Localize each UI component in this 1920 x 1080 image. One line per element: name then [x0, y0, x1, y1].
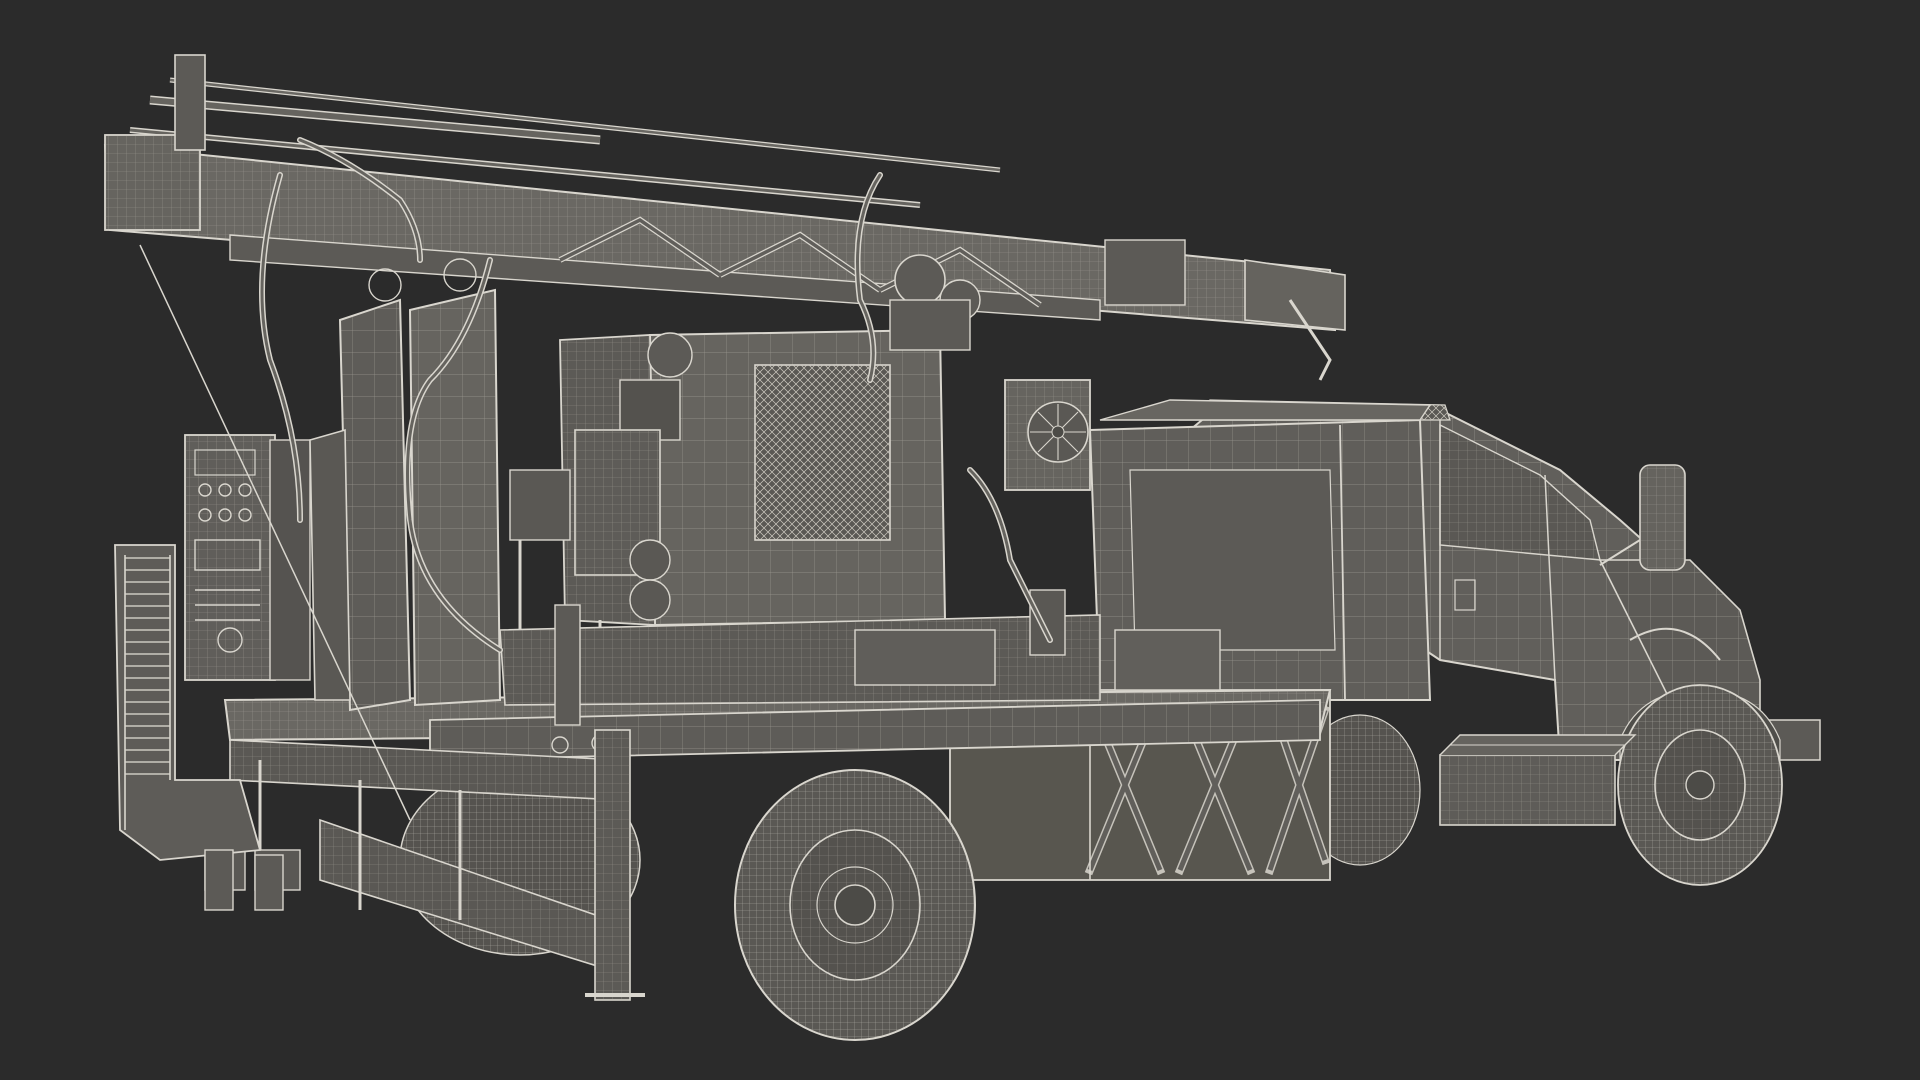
rear-wheel [734, 769, 976, 1041]
front-wheel [1617, 684, 1783, 886]
radiator-fan [1004, 379, 1091, 491]
drill-rig-truck-wireframe [103, 54, 1821, 1041]
mast-column [309, 288, 502, 712]
render-viewport [0, 0, 1920, 1080]
cab-step [1439, 734, 1637, 826]
control-panel [184, 434, 311, 681]
drill-mast-boom [103, 54, 1346, 381]
